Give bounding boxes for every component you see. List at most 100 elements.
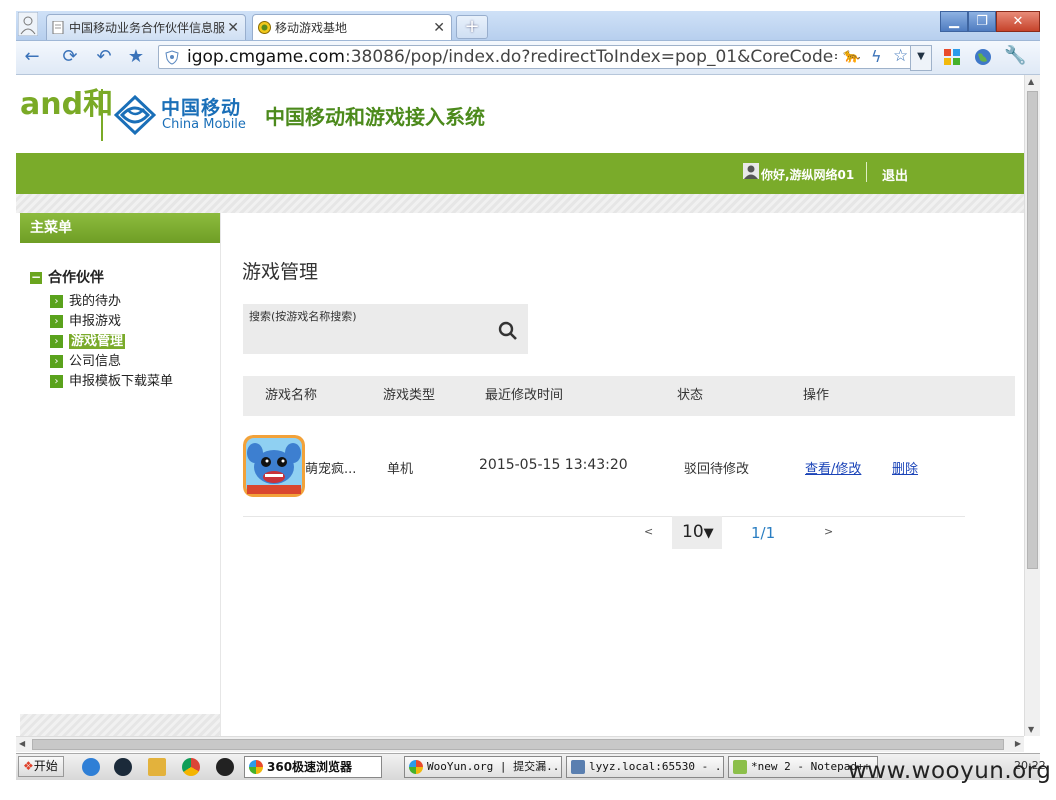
task-wooyun[interactable]: WooYun.org | 提交漏...: [404, 756, 562, 778]
url-path: :38086/pop/index.do?redirectToIndex=pop_…: [344, 47, 837, 67]
watermark: www.wooyun.org: [848, 758, 1052, 784]
wrench-icon[interactable]: 🔧: [1004, 45, 1026, 66]
scroll-down-icon[interactable]: ▼: [1028, 725, 1034, 734]
chrome-icon[interactable]: [182, 758, 200, 776]
folder-icon[interactable]: [148, 758, 166, 776]
sidebar-item-label: 游戏管理: [69, 334, 126, 349]
url-text: igop.cmgame.com:38086/pop/index.do?redir…: [187, 46, 837, 69]
favorite-star-icon[interactable]: ☆: [893, 46, 908, 66]
horizontal-scroll-thumb[interactable]: [32, 739, 1004, 750]
task-lyyz[interactable]: lyyz.local:65530 - ...: [566, 756, 724, 778]
page-favicon-icon: [52, 21, 64, 34]
new-tab-button[interactable]: +: [456, 15, 488, 39]
close-window-button[interactable]: ✕: [996, 11, 1040, 32]
url-host: igop.cmgame.com: [187, 47, 345, 67]
sidebar-item-template-download[interactable]: › 申报模板下载菜单: [50, 373, 173, 391]
prev-page-button[interactable]: <: [644, 525, 653, 538]
sidebar-item-game-management[interactable]: › 游戏管理: [50, 333, 126, 351]
and-logo[interactable]: and和: [20, 90, 113, 120]
next-page-button[interactable]: >: [824, 525, 833, 538]
sidebar-item-todo[interactable]: › 我的待办: [50, 293, 121, 311]
chevron-right-icon: ›: [50, 295, 63, 308]
vertical-scroll-thumb[interactable]: [1027, 91, 1038, 569]
scroll-up-icon[interactable]: ▲: [1028, 77, 1034, 86]
tab-game-base[interactable]: 移动游戏基地 ✕: [252, 14, 452, 40]
bookmark-star-icon[interactable]: ★: [126, 47, 146, 67]
collapse-icon[interactable]: −: [30, 271, 42, 284]
scroll-left-icon[interactable]: ◀: [19, 739, 25, 748]
user-greeting: 你好,游纵网络01: [761, 168, 855, 182]
steam-icon[interactable]: [114, 758, 132, 776]
column-header-name: 游戏名称: [265, 388, 318, 403]
cell-game-name: 萌宠疯...: [305, 462, 357, 477]
sidebar-item-company-info[interactable]: › 公司信息: [50, 353, 121, 371]
scroll-right-icon[interactable]: ▶: [1015, 739, 1021, 748]
ie-icon[interactable]: [82, 758, 100, 776]
page-size-select[interactable]: 10▼: [672, 516, 722, 549]
sidebar-item-label: 我的待办: [69, 294, 122, 309]
maximize-button[interactable]: ❐: [968, 11, 996, 32]
sidebar-item-label: 公司信息: [69, 354, 122, 369]
remote-desktop-icon: [571, 760, 585, 774]
column-header-actions: 操作: [803, 388, 830, 403]
tab-partner-info[interactable]: 中国移动业务合作伙伴信息服 ✕: [46, 14, 246, 40]
china-mobile-en: China Mobile: [162, 117, 246, 132]
sidebar-title: 主菜单: [20, 213, 220, 243]
search-icon[interactable]: [498, 321, 518, 341]
task-360-browser[interactable]: 360极速浏览器: [244, 756, 382, 778]
game-thumbnail-icon[interactable]: [243, 435, 305, 497]
minimize-button[interactable]: ▁: [940, 11, 968, 32]
vertical-scrollbar[interactable]: ▲ ▼: [1024, 75, 1040, 736]
row-divider: [243, 516, 965, 517]
close-tab-icon[interactable]: ✕: [433, 15, 445, 40]
main-content: 游戏管理 搜索(按游戏名称搜索) 游戏名称 游戏类型 最近修改时间 状态 操作 …: [221, 213, 1024, 736]
table-header: 游戏名称 游戏类型 最近修改时间 状态 操作: [243, 376, 1015, 416]
qq-icon[interactable]: [216, 758, 234, 776]
delete-link[interactable]: 删除: [892, 458, 918, 477]
url-dropdown-button[interactable]: ▼: [910, 45, 932, 71]
page-indicator: 1/1: [751, 524, 776, 542]
sidebar-group-partner[interactable]: − 合作伙伴: [30, 267, 104, 287]
sidebar-item-label: 申报模板下载菜单: [69, 374, 174, 389]
logout-link[interactable]: 退出: [882, 165, 908, 184]
horizontal-scrollbar[interactable]: ◀ ▶: [16, 736, 1024, 752]
close-tab-icon[interactable]: ✕: [227, 15, 239, 40]
avatar-icon[interactable]: [18, 12, 38, 36]
chevron-right-icon: ›: [50, 355, 63, 368]
chevron-right-icon: ›: [50, 375, 63, 388]
start-label: 开始: [33, 759, 58, 773]
browser-360-icon: [409, 760, 423, 774]
chevron-right-icon: ›: [50, 315, 63, 328]
tab-label: 移动游戏基地: [275, 21, 348, 35]
address-bar[interactable]: igop.cmgame.com:38086/pop/index.do?redir…: [158, 45, 928, 69]
refresh-icon[interactable]: ⟳: [60, 47, 80, 67]
globe-icon[interactable]: [974, 48, 992, 66]
sidebar-group-label: 合作伙伴: [48, 270, 104, 286]
tab-label: 中国移动业务合作伙伴信息服: [69, 21, 226, 35]
header-stripe: [16, 194, 1024, 213]
windows-logo-icon: ❖: [23, 759, 34, 773]
lightning-icon[interactable]: ϟ: [871, 47, 882, 66]
apps-grid-icon[interactable]: [944, 49, 960, 65]
extension-icon[interactable]: 🐆: [843, 48, 860, 64]
notepad-icon: [733, 760, 747, 774]
shield-icon: [165, 50, 179, 65]
undo-icon[interactable]: ↶: [94, 47, 114, 67]
sidebar-item-label: 申报游戏: [69, 314, 122, 329]
logo-divider: [101, 89, 103, 141]
search-input[interactable]: 搜索(按游戏名称搜索): [243, 304, 528, 354]
view-edit-link[interactable]: 查看/修改: [805, 458, 861, 477]
back-icon[interactable]: ←: [22, 47, 42, 67]
cell-status: 驳回待修改: [684, 462, 750, 477]
browser-360-icon: [249, 760, 263, 774]
page-title: 游戏管理: [242, 261, 319, 283]
start-button[interactable]: ❖开始: [18, 756, 64, 777]
cell-modified-time: 2015-05-15 13:43:20: [479, 457, 628, 473]
sidebar-footer-stripe: [20, 714, 220, 736]
sidebar-item-submit-game[interactable]: › 申报游戏: [50, 313, 121, 331]
task-label: 360极速浏览器: [267, 760, 353, 774]
user-icon: [743, 163, 759, 179]
task-label: lyyz.local:65530 - ...: [589, 760, 724, 773]
browser-toolbar: ← ⟳ ↶ ★ igop.cmgame.com:38086/pop/index.…: [16, 41, 1040, 75]
column-header-status: 状态: [677, 388, 704, 403]
